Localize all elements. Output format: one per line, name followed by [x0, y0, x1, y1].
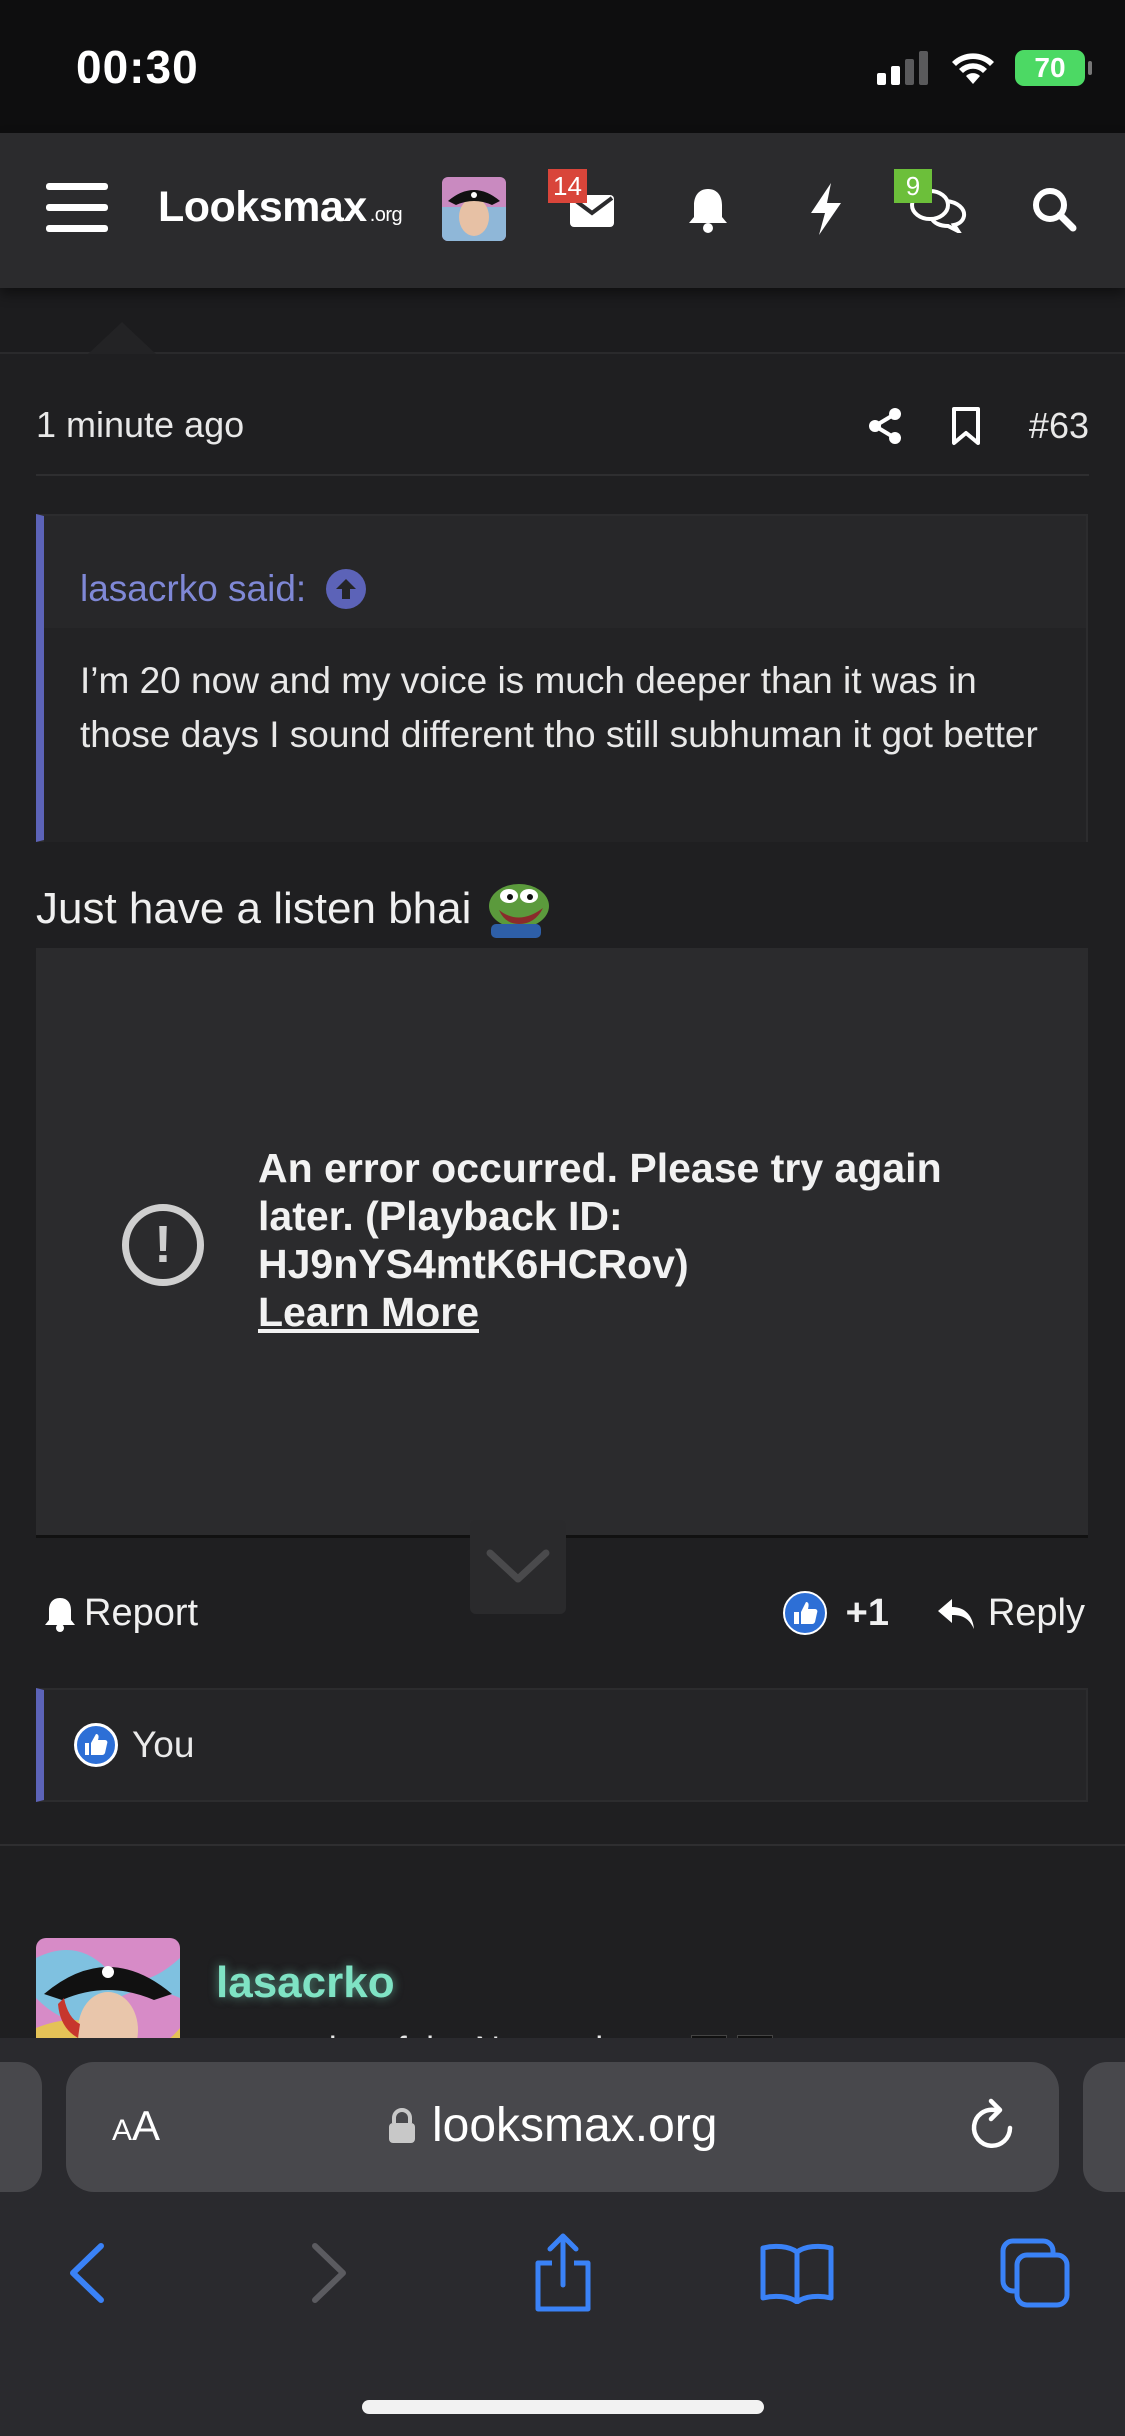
reacted-by[interactable]: You — [132, 1724, 194, 1766]
alerts-button[interactable] — [672, 173, 744, 245]
quote-author[interactable]: lasacrko said: — [80, 568, 306, 610]
post-meta: 1 minute ago #63 — [36, 398, 1089, 454]
chats-badge: 9 — [894, 169, 932, 203]
previous-tab-preview[interactable] — [0, 2062, 42, 2192]
site-logo[interactable]: Looksmax .org — [158, 183, 403, 232]
bell-icon — [689, 189, 727, 233]
post-body: Just have a listen bhai — [36, 878, 555, 940]
status-time: 00:30 — [76, 41, 199, 93]
like-reaction-icon — [782, 1591, 827, 1635]
username[interactable]: lasacrko — [216, 1958, 395, 2008]
site-header: Looksmax .org 14 9 — [0, 133, 1125, 288]
search-icon — [1033, 188, 1077, 232]
browser-toolbar: AA looksmax.org — [0, 2038, 1125, 2436]
post-actions: Report +1 Reply — [36, 1586, 1089, 1646]
lock-icon — [389, 2107, 415, 2143]
reaction-count: +1 — [845, 1591, 889, 1634]
back-button[interactable] — [42, 2228, 132, 2318]
url-text: looksmax.org — [432, 2099, 718, 2152]
status-icons: 70 — [877, 48, 1092, 88]
user-title-text: counselor of the Narcy pirates — [216, 2030, 681, 2038]
reply-button[interactable]: Reply — [936, 1592, 1085, 1635]
home-indicator[interactable] — [362, 2400, 764, 2414]
reply-arrow-icon — [937, 1598, 974, 1629]
share-icon — [535, 2233, 591, 2312]
post-message: Just have a listen bhai — [36, 884, 472, 933]
wifi-icon — [952, 53, 994, 84]
share-button[interactable] — [518, 2228, 608, 2318]
whats-new-button[interactable] — [790, 173, 862, 245]
reaction-summary[interactable]: +1 — [782, 1590, 889, 1636]
next-tab-preview[interactable] — [1083, 2062, 1125, 2192]
video-embed[interactable]: ! An error occurred. Please try again la… — [36, 948, 1088, 1538]
reply-label: Reply — [987, 1592, 1085, 1634]
url-display[interactable]: looksmax.org — [388, 2098, 717, 2153]
user-avatar[interactable] — [36, 1938, 180, 2038]
post-timestamp[interactable]: 1 minute ago — [36, 404, 244, 446]
browser-nav — [0, 2228, 1125, 2338]
pepe-laugh-emoji-icon — [489, 884, 550, 938]
tabs-button[interactable] — [990, 2228, 1080, 2318]
next-post: lasacrko counselor of the Narcy pirates … — [0, 1844, 1125, 2038]
book-icon — [760, 2243, 834, 2304]
search-button[interactable] — [1018, 173, 1090, 245]
inbox-badge: 14 — [548, 169, 587, 203]
message-pointer — [88, 322, 156, 354]
address-bar[interactable]: AA looksmax.org — [66, 2062, 1059, 2192]
thread-content: 1 minute ago #63 lasacrko said: I’m 20 n… — [0, 288, 1125, 2038]
like-reaction-icon — [74, 1723, 118, 1767]
post-number[interactable]: #63 — [1029, 405, 1089, 447]
chevron-down-icon — [486, 1549, 550, 1583]
video-error-message: An error occurred. Please try again late… — [258, 1144, 958, 1336]
report-label: Report — [84, 1592, 199, 1634]
error-icon: ! — [122, 1204, 204, 1286]
meta-divider — [36, 474, 1089, 476]
quote-text: I’m 20 now and my voice is much deeper t… — [44, 628, 1086, 842]
user-title: counselor of the Narcy pirates ☠ ☠ — [216, 2030, 773, 2038]
bell-icon — [45, 1597, 75, 1632]
conversations-button[interactable]: 9 — [894, 169, 974, 245]
reload-button[interactable] — [967, 2098, 1019, 2159]
cellular-signal-icon — [877, 51, 928, 85]
reactions-list[interactable]: You — [36, 1688, 1088, 1802]
share-icon[interactable] — [867, 407, 903, 445]
bookmark-icon[interactable] — [951, 406, 981, 446]
user-avatar[interactable] — [442, 177, 506, 241]
menu-icon[interactable] — [46, 183, 108, 235]
bolt-icon — [811, 183, 841, 235]
quote-block: lasacrko said: I’m 20 now and my voice i… — [36, 514, 1088, 842]
learn-more-link[interactable]: Learn More — [258, 1288, 958, 1336]
previous-post-edge — [0, 288, 1125, 354]
quote-attribution[interactable]: lasacrko said: — [44, 516, 1086, 628]
forward-button[interactable] — [284, 2228, 374, 2318]
chevron-right-icon — [312, 2243, 346, 2303]
bookmarks-button[interactable] — [752, 2228, 842, 2318]
error-text: An error occurred. Please try again late… — [258, 1145, 942, 1287]
page-settings-button[interactable]: AA — [112, 2102, 160, 2150]
status-bar: 00:30 70 — [0, 0, 1125, 133]
tabs-icon — [1000, 2238, 1070, 2308]
report-button[interactable]: Report — [44, 1592, 198, 1635]
reload-icon — [971, 2098, 1013, 2148]
jump-to-quote-icon[interactable] — [326, 569, 367, 609]
battery-indicator: 70 — [1015, 50, 1092, 86]
inbox-button[interactable]: 14 — [548, 169, 628, 245]
battery-level: 70 — [1034, 52, 1066, 83]
chevron-left-icon — [70, 2243, 104, 2303]
